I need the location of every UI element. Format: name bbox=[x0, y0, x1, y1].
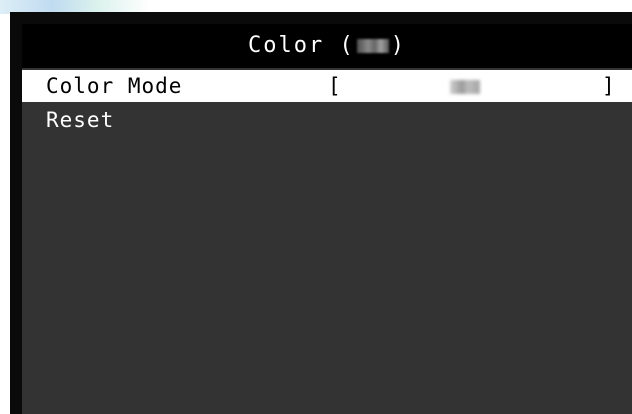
osd-title-bar: Color () bbox=[22, 24, 632, 68]
title-prefix: Color ( bbox=[248, 33, 355, 58]
value-bracket-close: ] bbox=[602, 74, 616, 98]
osd-window: Color () Color Mode [ ] Reset bbox=[10, 12, 632, 414]
title-suffix: ) bbox=[390, 33, 406, 58]
title-redacted-value bbox=[356, 39, 389, 53]
value-bracket-open: [ bbox=[328, 74, 342, 98]
osd-menu-panel: Color () Color Mode [ ] Reset bbox=[22, 24, 632, 414]
reset-label: Reset bbox=[46, 108, 115, 132]
color-mode-redacted-value bbox=[450, 80, 480, 94]
menu-item-reset[interactable]: Reset bbox=[22, 104, 632, 136]
color-mode-label: Color Mode bbox=[46, 74, 183, 98]
menu-item-color-mode[interactable]: Color Mode [ ] bbox=[22, 70, 632, 102]
